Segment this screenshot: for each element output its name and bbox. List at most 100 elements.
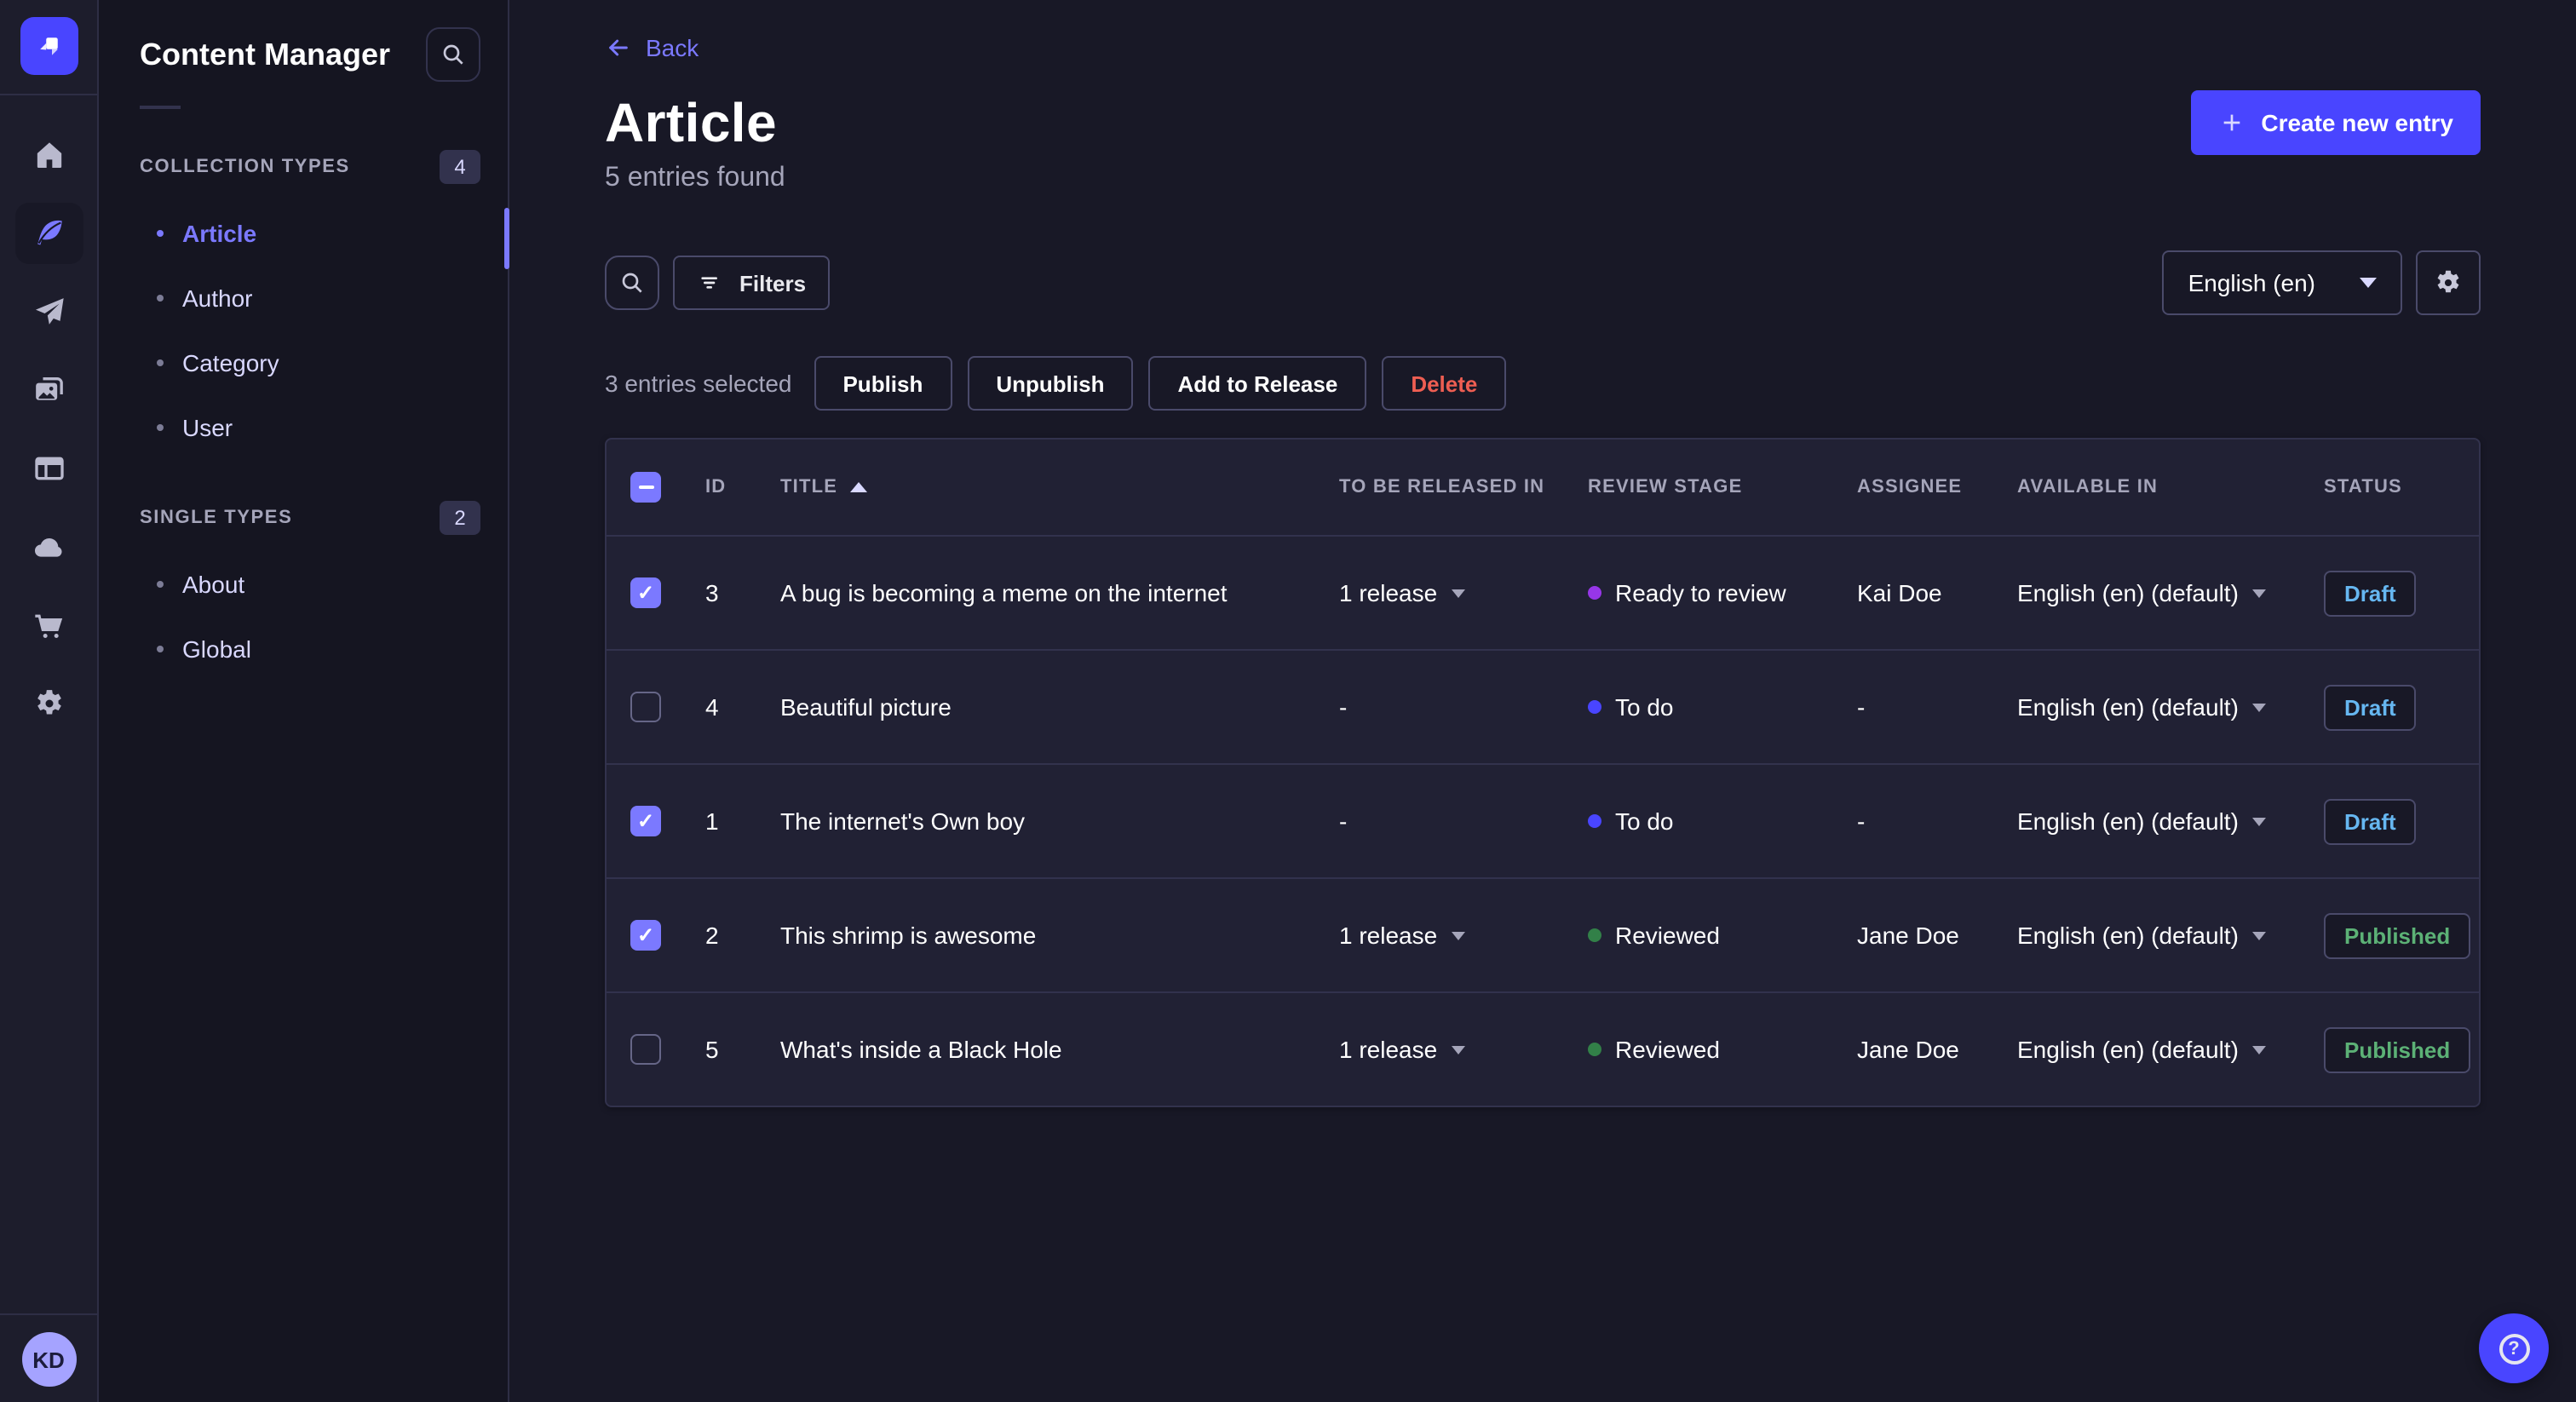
sidebar-item-about[interactable]: About <box>99 552 508 617</box>
layout-icon <box>32 451 66 486</box>
cell-assignee: - <box>1857 693 1866 721</box>
row-checkbox[interactable] <box>630 1034 661 1065</box>
status-badge: Published <box>2324 1026 2471 1072</box>
help-button[interactable]: ? <box>2479 1313 2549 1383</box>
plus-icon <box>2218 109 2245 136</box>
nav-marketplace-button[interactable] <box>0 586 97 664</box>
cloud-icon <box>32 530 66 564</box>
available-in-dropdown[interactable]: English (en) (default) <box>2000 1036 2307 1063</box>
nav-home-button[interactable] <box>0 116 97 194</box>
table-row[interactable]: 3 A bug is becoming a meme on the intern… <box>607 535 2479 649</box>
cell-review-stage: Reviewed <box>1571 1036 1840 1063</box>
create-new-entry-button[interactable]: Create new entry <box>2191 90 2481 155</box>
sidebar-item-category[interactable]: Category <box>99 330 508 395</box>
table-row[interactable]: 2 This shrimp is awesome 1 release Revie… <box>607 877 2479 991</box>
chevron-down-icon <box>2251 1045 2266 1054</box>
chevron-down-icon <box>2251 931 2266 939</box>
avatar[interactable]: KD <box>21 1332 76 1387</box>
table-row[interactable]: 1 The internet's Own boy - To do - Engli… <box>607 763 2479 877</box>
sidebar-item-label: Category <box>182 349 279 376</box>
col-review-stage: REVIEW STAGE <box>1588 477 1743 497</box>
delete-button[interactable]: Delete <box>1382 356 1507 411</box>
row-checkbox[interactable] <box>630 920 661 951</box>
cell-assignee: - <box>1857 807 1866 835</box>
paper-plane-icon <box>32 295 66 329</box>
col-status: STATUS <box>2324 477 2402 497</box>
release-dropdown[interactable]: 1 release <box>1322 922 1571 949</box>
add-to-release-button[interactable]: Add to Release <box>1148 356 1367 411</box>
available-in-dropdown[interactable]: English (en) (default) <box>2000 579 2307 606</box>
nav-releases-button[interactable] <box>0 273 97 351</box>
filter-icon <box>697 269 724 296</box>
collection-types-label: COLLECTION TYPES <box>140 157 350 177</box>
cell-title: This shrimp is awesome <box>780 922 1037 949</box>
status-badge: Draft <box>2324 570 2417 616</box>
col-title[interactable]: TITLE <box>763 477 1322 497</box>
list-search-button[interactable] <box>605 256 659 310</box>
subnav-search-button[interactable] <box>426 27 480 82</box>
available-in-dropdown[interactable]: English (en) (default) <box>2000 693 2307 721</box>
release-dropdown[interactable]: 1 release <box>1322 579 1571 606</box>
collection-types-section: COLLECTION TYPES 4 Article Author Catego… <box>99 150 508 460</box>
status-badge: Draft <box>2324 798 2417 844</box>
col-to-be-released-in: TO BE RELEASED IN <box>1339 477 1545 497</box>
locale-select[interactable]: English (en) <box>2162 250 2402 315</box>
nav-cloud-button[interactable] <box>0 508 97 586</box>
cell-title: The internet's Own boy <box>780 807 1026 835</box>
col-id[interactable]: ID <box>688 477 763 497</box>
available-in-dropdown[interactable]: English (en) (default) <box>2000 807 2307 835</box>
single-types-section: SINGLE TYPES 2 About Global <box>99 501 508 681</box>
available-in-dropdown[interactable]: English (en) (default) <box>2000 922 2307 949</box>
view-settings-button[interactable] <box>2416 250 2481 315</box>
select-all-checkbox[interactable] <box>630 472 661 503</box>
chevron-down-icon <box>2251 589 2266 597</box>
nav-settings-button[interactable] <box>0 664 97 743</box>
nav-content-manager-button[interactable] <box>0 194 97 273</box>
entries-count: 5 entries found <box>605 164 785 192</box>
sidebar-item-label: User <box>182 414 233 441</box>
cell-id: 1 <box>705 807 719 835</box>
nav-content-type-builder-button[interactable] <box>0 429 97 508</box>
cell-assignee: Jane Doe <box>1857 922 1959 949</box>
selection-count: 3 entries selected <box>605 370 792 397</box>
shopping-cart-icon <box>32 608 66 642</box>
media-library-icon <box>32 373 66 407</box>
sort-asc-icon <box>849 482 867 492</box>
strapi-logo-icon <box>39 37 58 55</box>
back-link[interactable]: Back <box>605 34 699 61</box>
sidebar-item-label: About <box>182 571 245 598</box>
nav-media-library-button[interactable] <box>0 351 97 429</box>
publish-button[interactable]: Publish <box>814 356 952 411</box>
chevron-down-icon <box>2251 703 2266 711</box>
cell-id: 5 <box>705 1036 719 1063</box>
main-nav-rail: KD <box>0 0 99 1402</box>
sidebar-item-author[interactable]: Author <box>99 266 508 330</box>
table-header-row: ID TITLE TO BE RELEASED IN REVIEW STAGE … <box>607 440 2479 535</box>
home-icon <box>32 138 66 172</box>
row-checkbox[interactable] <box>630 692 661 722</box>
release-dropdown[interactable]: - <box>1322 807 1571 835</box>
release-dropdown[interactable]: - <box>1322 693 1571 721</box>
app-window: KD Content Manager COLLECTION TYPES 4 Ar… <box>0 0 2576 1402</box>
release-dropdown[interactable]: 1 release <box>1322 1036 1571 1063</box>
locale-value: English (en) <box>2188 269 2315 296</box>
stage-dot-icon <box>1588 586 1601 600</box>
chevron-down-icon <box>1451 1045 1465 1054</box>
unpublish-button[interactable]: Unpublish <box>967 356 1134 411</box>
cell-title: What's inside a Black Hole <box>780 1036 1062 1063</box>
entries-table: ID TITLE TO BE RELEASED IN REVIEW STAGE … <box>605 438 2481 1107</box>
page-title: Article <box>605 91 777 152</box>
chevron-down-icon <box>1451 589 1465 597</box>
sidebar-item-global[interactable]: Global <box>99 617 508 681</box>
strapi-logo[interactable] <box>20 17 78 75</box>
filters-button[interactable]: Filters <box>673 256 831 310</box>
rail-bottom: KD <box>0 1313 97 1402</box>
table-row[interactable]: 4 Beautiful picture - To do - English (e… <box>607 649 2479 763</box>
sidebar-item-article[interactable]: Article <box>99 201 508 266</box>
sidebar-item-user[interactable]: User <box>99 395 508 460</box>
row-checkbox[interactable] <box>630 577 661 608</box>
bullet-icon <box>157 359 164 366</box>
row-checkbox[interactable] <box>630 806 661 836</box>
table-row[interactable]: 5 What's inside a Black Hole 1 release R… <box>607 991 2479 1106</box>
rail-divider <box>0 94 97 95</box>
